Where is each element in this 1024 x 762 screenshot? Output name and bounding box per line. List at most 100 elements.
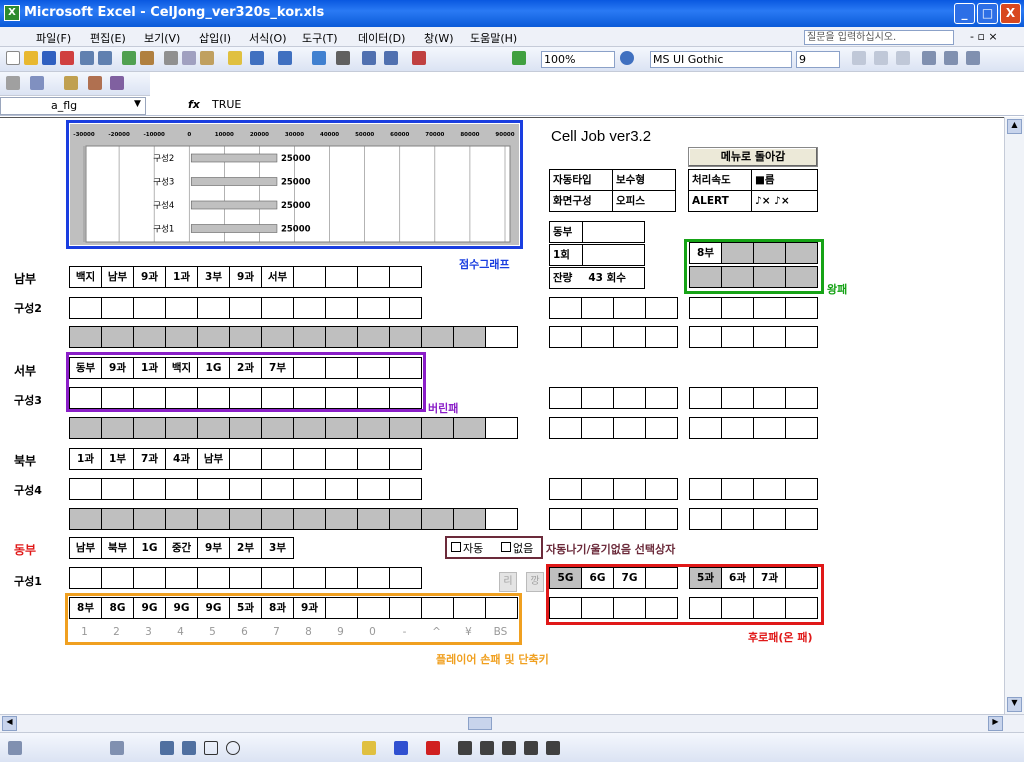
- font-size-select[interactable]: 9: [796, 51, 840, 68]
- underline-icon[interactable]: [896, 51, 910, 65]
- menu-insert[interactable]: 삽입(I): [199, 30, 231, 46]
- close-button[interactable]: X: [1000, 3, 1021, 24]
- spelling-icon[interactable]: [122, 51, 136, 65]
- hand-tile-cell[interactable]: [421, 597, 454, 619]
- open-icon[interactable]: [24, 51, 38, 65]
- hand-tile-cell[interactable]: 9G: [165, 597, 198, 619]
- scroll-right-icon[interactable]: ▶: [988, 716, 1003, 731]
- auto-checkbox[interactable]: [451, 542, 461, 552]
- italic-icon[interactable]: [874, 51, 888, 65]
- autoshapes-icon[interactable]: [110, 741, 124, 755]
- sort-ascending-icon[interactable]: [362, 51, 376, 65]
- menu-window[interactable]: 창(W): [424, 30, 454, 46]
- function-icon[interactable]: fx: [188, 98, 200, 111]
- permission-icon[interactable]: [60, 51, 74, 65]
- cut-icon[interactable]: [164, 51, 178, 65]
- zoom-select[interactable]: 100%: [541, 51, 615, 68]
- formula-input[interactable]: TRUE: [212, 98, 241, 111]
- undo-icon[interactable]: [250, 51, 264, 65]
- toolbar-icon-5[interactable]: [110, 76, 124, 90]
- save-icon[interactable]: [42, 51, 56, 65]
- fill-color-icon[interactable]: [362, 741, 376, 755]
- research-icon[interactable]: [140, 51, 154, 65]
- oval-icon[interactable]: [226, 741, 240, 755]
- hand-tile-cell[interactable]: [389, 597, 422, 619]
- scroll-thumb[interactable]: [468, 717, 492, 730]
- help-icon[interactable]: [620, 51, 634, 65]
- arrow-style-icon[interactable]: [502, 741, 516, 755]
- horizontal-scrollbar[interactable]: ◀ ▶: [0, 714, 1024, 732]
- draw-menu-icon[interactable]: [8, 741, 22, 755]
- print-preview-icon[interactable]: [98, 51, 112, 65]
- riichi-button[interactable]: 리: [499, 572, 517, 592]
- menu-view[interactable]: 보기(V): [144, 30, 180, 46]
- kan-button[interactable]: 깡: [526, 572, 544, 592]
- paste-icon[interactable]: [200, 51, 214, 65]
- menu-edit[interactable]: 편집(E): [90, 30, 126, 46]
- vertical-scrollbar[interactable]: ▲ ▼: [1004, 117, 1024, 714]
- auto-type-value[interactable]: 보수형: [612, 169, 676, 191]
- hand-tile-cell[interactable]: 8부: [69, 597, 102, 619]
- speed-value[interactable]: ■름: [751, 169, 818, 191]
- menu-file[interactable]: 파일(F): [36, 30, 71, 46]
- toolbar-icon-4[interactable]: [88, 76, 102, 90]
- chevron-down-icon[interactable]: ▼: [134, 99, 141, 109]
- shadow-icon[interactable]: [524, 741, 538, 755]
- hand-tile-cell[interactable]: [325, 597, 358, 619]
- hand-tile-cell[interactable]: 9G: [197, 597, 230, 619]
- scroll-left-icon[interactable]: ◀: [2, 716, 17, 731]
- line-color-icon[interactable]: [394, 741, 408, 755]
- format-painter-icon[interactable]: [228, 51, 242, 65]
- help-search-input[interactable]: 질문을 입력하십시오.: [804, 30, 954, 45]
- scroll-up-icon[interactable]: ▲: [1007, 119, 1022, 134]
- copy-icon[interactable]: [182, 51, 196, 65]
- sort-descending-icon[interactable]: [384, 51, 398, 65]
- scroll-down-icon[interactable]: ▼: [1007, 697, 1022, 712]
- print-icon[interactable]: [80, 51, 94, 65]
- auto-type-label: 자동타입: [549, 169, 613, 191]
- drawing-icon[interactable]: [512, 51, 526, 65]
- line-icon[interactable]: [160, 741, 174, 755]
- toolbar-icon-3[interactable]: [64, 76, 78, 90]
- hyperlink-icon[interactable]: [312, 51, 326, 65]
- menu-tools[interactable]: 도구(T): [302, 30, 338, 46]
- autosum-icon[interactable]: [336, 51, 350, 65]
- align-center-icon[interactable]: [944, 51, 958, 65]
- font-color-icon[interactable]: [426, 741, 440, 755]
- screen-value[interactable]: 오피스: [612, 190, 676, 212]
- alert-value[interactable]: ♪× ♪×: [751, 190, 818, 212]
- menu-data[interactable]: 데이터(D): [358, 30, 405, 46]
- new-icon[interactable]: [6, 51, 20, 65]
- dash-style-icon[interactable]: [480, 741, 494, 755]
- toolbar-icon-2[interactable]: [30, 76, 44, 90]
- chart-wizard-icon[interactable]: [412, 51, 426, 65]
- back-to-menu-button[interactable]: 메뉴로 돌아감: [688, 147, 818, 167]
- minimize-button[interactable]: _: [954, 3, 975, 24]
- menu-help[interactable]: 도움말(H): [470, 30, 517, 46]
- line-style-icon[interactable]: [458, 741, 472, 755]
- bold-icon[interactable]: [852, 51, 866, 65]
- maximize-button[interactable]: □: [977, 3, 998, 24]
- hand-tile-cell[interactable]: 5과: [229, 597, 262, 619]
- hand-tile-cell[interactable]: 9과: [293, 597, 326, 619]
- name-box[interactable]: a_flg: [0, 97, 146, 115]
- redo-icon[interactable]: [278, 51, 292, 65]
- font-select[interactable]: MS UI Gothic: [650, 51, 792, 68]
- hand-tile-cell[interactable]: 9G: [133, 597, 166, 619]
- king-tile-lower-cell: [689, 266, 722, 288]
- hand-tile-cell[interactable]: 8G: [101, 597, 134, 619]
- document-window-controls[interactable]: - ▫ ×: [970, 30, 998, 43]
- hand-tile-cell[interactable]: 8과: [261, 597, 294, 619]
- rectangle-icon[interactable]: [204, 741, 218, 755]
- menu-format[interactable]: 서식(O): [249, 30, 286, 46]
- hand-tile-cell[interactable]: [453, 597, 486, 619]
- arrow-icon[interactable]: [182, 741, 196, 755]
- toolbar-icon-1[interactable]: [6, 76, 20, 90]
- hand-tile-cell[interactable]: [357, 597, 390, 619]
- hand-tile-cell[interactable]: [485, 597, 518, 619]
- align-left-icon[interactable]: [922, 51, 936, 65]
- north-call-a-cell: [613, 478, 646, 500]
- 3d-icon[interactable]: [546, 741, 560, 755]
- align-right-icon[interactable]: [966, 51, 980, 65]
- none-checkbox[interactable]: [501, 542, 511, 552]
